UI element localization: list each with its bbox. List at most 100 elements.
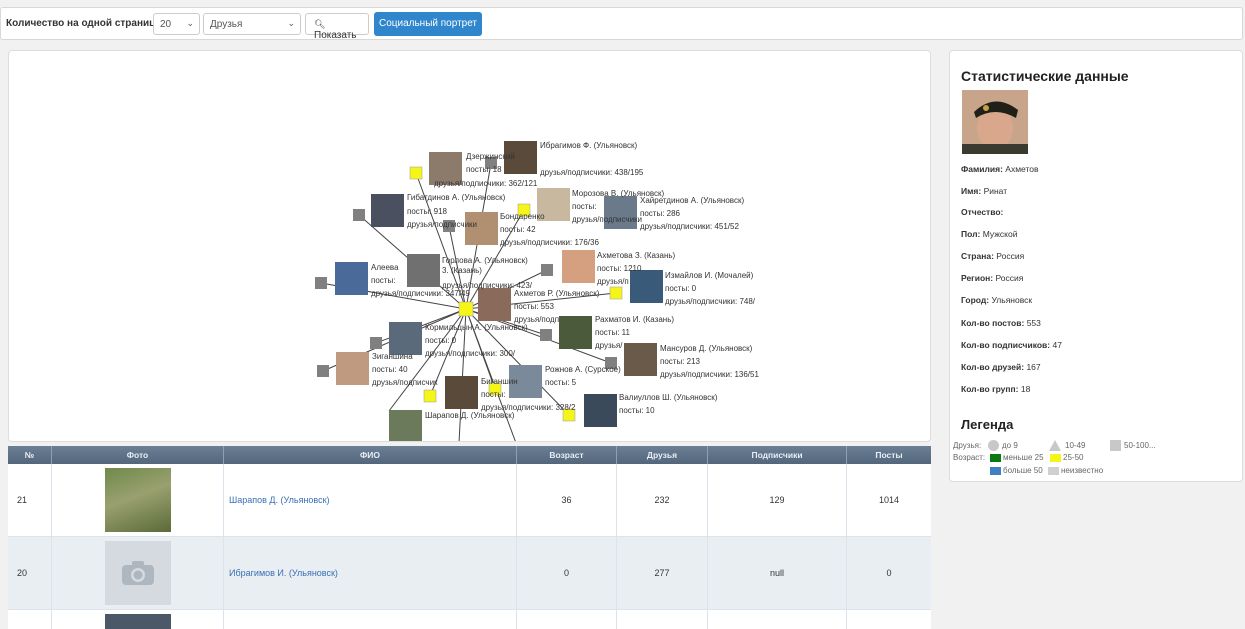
node-label: посты: 42 bbox=[500, 225, 536, 234]
stat-region: Регион: Россия bbox=[961, 273, 1024, 283]
node-label: Ахметов Р. (Ульяновск) bbox=[514, 289, 600, 298]
legend-age-item: неизвестно bbox=[1061, 466, 1104, 475]
node-label: друзья/подписчики: 176/36 bbox=[500, 238, 599, 247]
row-name-link[interactable] bbox=[224, 610, 517, 629]
node-label: Дзержинский bbox=[466, 152, 515, 161]
profile-photo bbox=[962, 90, 1028, 154]
row-age: 36 bbox=[517, 464, 617, 536]
column-header-photo[interactable]: Фото bbox=[52, 446, 224, 464]
search-icon: 🔍︎ bbox=[314, 19, 326, 29]
node-label: друзья/подписчики bbox=[572, 215, 642, 224]
node-label: друзья/подписчики bbox=[407, 220, 477, 229]
node-label: посты: 1210 bbox=[597, 264, 642, 273]
node-label: посты: 553 bbox=[514, 302, 555, 311]
node-label: друзья/подписчики: 451/52 bbox=[640, 222, 739, 231]
toolbar: Количество на одной странице: 20 ⌄ Друзь… bbox=[0, 7, 1243, 41]
filter-select[interactable]: Друзья ⌄ bbox=[203, 13, 301, 35]
stats-title: Статистические данные bbox=[961, 68, 1129, 84]
column-header-followers[interactable]: Подписчики bbox=[708, 446, 847, 464]
node-label: друзья/подписчики: 136/51 bbox=[660, 370, 759, 379]
node-label: Горлова А. (Ульяновск) bbox=[442, 256, 528, 265]
row-posts: 0 bbox=[886, 568, 892, 578]
node-label: Бондаренко bbox=[500, 212, 545, 221]
friends-graph-panel: Ибрагимов Ф. (Ульяновск) друзья/подписчи… bbox=[8, 50, 931, 442]
statistics-panel: Статистические данные Фамилия: Ахметов И… bbox=[949, 50, 1243, 482]
node-label: друзья/ bbox=[595, 341, 623, 350]
column-header-posts[interactable]: Посты bbox=[847, 446, 931, 464]
row-friends bbox=[617, 610, 708, 629]
legend-age-label: Возраст: bbox=[953, 453, 986, 462]
node-label: посты: 40 bbox=[372, 365, 408, 374]
per-page-label: Количество на одной странице: bbox=[6, 18, 165, 29]
row-friends: 232 bbox=[617, 464, 708, 536]
row-posts: 1014 bbox=[878, 495, 900, 505]
node-label: друзья/подписчик bbox=[372, 378, 438, 387]
triangle-icon bbox=[1049, 440, 1061, 451]
node-label: посты: 286 bbox=[640, 209, 681, 218]
legend-title: Легенда bbox=[961, 417, 1014, 432]
row-photo-cell bbox=[52, 537, 224, 609]
column-header-name[interactable]: ФИО bbox=[224, 446, 517, 464]
row-number: 21 bbox=[8, 464, 52, 536]
node-label: Мансуров Д. (Ульяновск) bbox=[660, 344, 753, 353]
stat-name: Имя: Ринат bbox=[961, 186, 1008, 196]
row-followers bbox=[708, 610, 847, 629]
node-label: посты: 213 bbox=[660, 357, 701, 366]
node-label: 3. (Казань) bbox=[442, 266, 482, 275]
node-label: Ахметова З. (Казань) bbox=[597, 251, 676, 260]
row-photo[interactable] bbox=[104, 614, 171, 629]
table-row[interactable] bbox=[8, 610, 931, 629]
row-name-link[interactable]: Ибрагимов И. (Ульяновск) bbox=[224, 537, 517, 609]
row-photo-cell bbox=[52, 610, 224, 629]
node-label: посты: 5 bbox=[545, 378, 577, 387]
legend-age-item: больше 50 bbox=[1003, 466, 1043, 475]
friends-graph[interactable]: Ибрагимов Ф. (Ульяновск) друзья/подписчи… bbox=[9, 51, 931, 442]
node-label: посты: 0 bbox=[425, 336, 457, 345]
row-age: 0 bbox=[517, 537, 617, 609]
stat-followers: Кол-во подписчиков: 47 bbox=[961, 340, 1062, 350]
stat-friends: Кол-во друзей: 167 bbox=[961, 362, 1041, 372]
node-label: посты: 10 bbox=[619, 406, 655, 415]
show-button[interactable]: 🔍︎ Показать bbox=[305, 13, 369, 41]
legend-friends-label: Друзья: bbox=[953, 441, 982, 450]
legend-age-item: 25-50 bbox=[1063, 453, 1084, 462]
node-label: посты: bbox=[481, 390, 505, 399]
node-label: посты: 11 bbox=[595, 328, 630, 337]
node-label: Рожнов А. (Сурское) bbox=[545, 365, 621, 374]
row-photo[interactable] bbox=[104, 468, 171, 532]
color-swatch-yellow bbox=[1050, 454, 1061, 462]
table-row[interactable]: 20 Ибрагимов И. (Ульяновск) 0 277 null 0 bbox=[8, 537, 931, 610]
chevron-down-icon: ⌄ bbox=[287, 18, 295, 28]
node-label: Шарапов Д. (Ульяновск) bbox=[425, 411, 515, 420]
friends-table: № Фото ФИО Возраст Друзья Подписчики Пос… bbox=[8, 446, 931, 629]
node-label: Ибрагимов Ф. (Ульяновск) bbox=[540, 141, 637, 150]
camera-icon[interactable] bbox=[104, 541, 171, 605]
node-label: друзья/подписчики: 438/195 bbox=[540, 168, 644, 177]
stat-country: Страна: Россия bbox=[961, 251, 1025, 261]
row-number bbox=[8, 610, 52, 629]
row-followers: 129 bbox=[708, 464, 847, 536]
show-button-label: Показать bbox=[314, 30, 357, 41]
row-friends: 277 bbox=[617, 537, 708, 609]
node-label: посты: 918 bbox=[407, 207, 448, 216]
column-header-friends[interactable]: Друзья bbox=[617, 446, 708, 464]
node-label: Зиганшина bbox=[372, 352, 413, 361]
color-swatch-green bbox=[990, 454, 1001, 462]
legend-friends-item: 10-49 bbox=[1065, 441, 1086, 450]
social-portrait-button[interactable]: Социальный портрет bbox=[374, 12, 482, 36]
per-page-value: 20 bbox=[160, 19, 172, 30]
node-label: Алеева bbox=[371, 263, 399, 272]
node-label: Рахматов И. (Казань) bbox=[595, 315, 674, 324]
stat-surname: Фамилия: Ахметов bbox=[961, 164, 1039, 174]
column-header-age[interactable]: Возраст bbox=[517, 446, 617, 464]
row-age bbox=[517, 610, 617, 629]
node-label: посты: bbox=[371, 276, 395, 285]
column-header-number[interactable]: № bbox=[8, 446, 52, 464]
circle-icon bbox=[988, 440, 999, 451]
table-header: № Фото ФИО Возраст Друзья Подписчики Пос… bbox=[8, 446, 931, 464]
per-page-select[interactable]: 20 ⌄ bbox=[153, 13, 200, 35]
node-label: Валиуллов Ш. (Ульяновск) bbox=[619, 393, 718, 402]
table-row[interactable]: 21 Шарапов Д. (Ульяновск) 36 232 129 101… bbox=[8, 464, 931, 537]
row-name-link[interactable]: Шарапов Д. (Ульяновск) bbox=[224, 464, 517, 536]
square-icon bbox=[1110, 440, 1121, 451]
